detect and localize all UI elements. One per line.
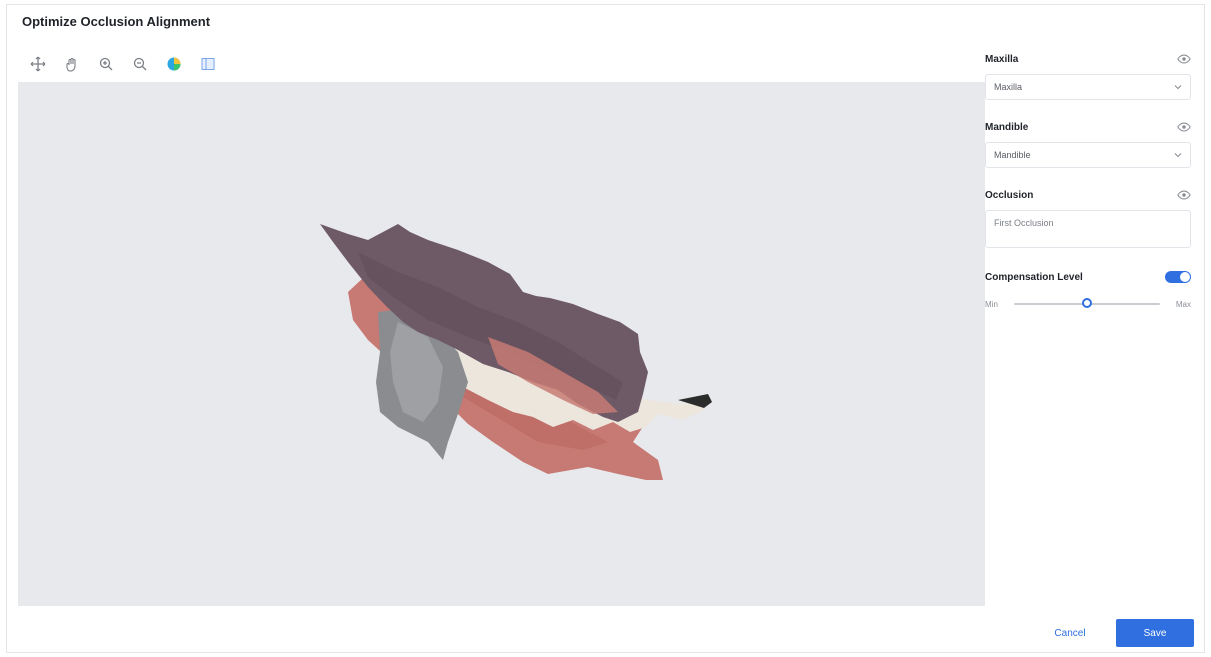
maxilla-select-value: Maxilla <box>994 82 1023 92</box>
compensation-header: Compensation Level <box>985 268 1191 286</box>
chevron-down-icon <box>1174 153 1182 158</box>
maxilla-select[interactable]: Maxilla <box>985 74 1191 100</box>
zoom-in-button[interactable] <box>92 50 120 78</box>
maxilla-header: Maxilla <box>985 50 1191 68</box>
chevron-down-icon <box>1174 85 1182 90</box>
settings-panel: Maxilla Maxilla Mandible Mandible Occlus… <box>983 42 1195 602</box>
occlusion-field[interactable]: First Occlusion <box>985 210 1191 248</box>
view-layout-button[interactable] <box>194 50 222 78</box>
maxilla-label: Maxilla <box>985 53 1019 65</box>
dental-scan-model[interactable] <box>18 82 985 606</box>
occlusion-header: Occlusion <box>985 186 1191 204</box>
compensation-slider-thumb[interactable] <box>1081 298 1092 308</box>
occlusion-label: Occlusion <box>985 189 1034 201</box>
move-icon <box>30 56 46 72</box>
mandible-select[interactable]: Mandible <box>985 142 1191 168</box>
color-map-icon <box>167 57 181 71</box>
save-button[interactable]: Save <box>1116 619 1194 647</box>
zoom-out-button[interactable] <box>126 50 154 78</box>
color-map-button[interactable] <box>160 50 188 78</box>
mandible-visibility-eye-icon[interactable] <box>1177 120 1191 134</box>
model-viewer <box>18 46 985 606</box>
maxilla-visibility-eye-icon[interactable] <box>1177 52 1191 66</box>
zoom-in-icon <box>99 57 113 71</box>
view-layout-icon <box>201 58 215 70</box>
compensation-label: Compensation Level <box>985 271 1083 283</box>
compensation-toggle[interactable] <box>1165 271 1191 283</box>
slider-min-label: Min <box>985 299 998 309</box>
mandible-select-value: Mandible <box>994 150 1031 160</box>
cancel-button[interactable]: Cancel <box>1040 619 1100 647</box>
pan-hand-icon <box>66 57 76 72</box>
dialog-title: Optimize Occlusion Alignment <box>22 14 211 29</box>
3d-viewport[interactable] <box>18 82 985 606</box>
viewer-toolbar <box>18 46 985 82</box>
move-tool-button[interactable] <box>24 50 52 78</box>
mandible-label: Mandible <box>985 121 1029 133</box>
compensation-slider-row: Min Max <box>985 294 1191 314</box>
pan-tool-button[interactable] <box>58 50 86 78</box>
slider-max-label: Max <box>1175 299 1191 309</box>
mandible-header: Mandible <box>985 118 1191 136</box>
compensation-slider-track[interactable] <box>1013 298 1160 308</box>
zoom-out-icon <box>133 57 147 71</box>
occlusion-visibility-eye-icon[interactable] <box>1177 188 1191 202</box>
